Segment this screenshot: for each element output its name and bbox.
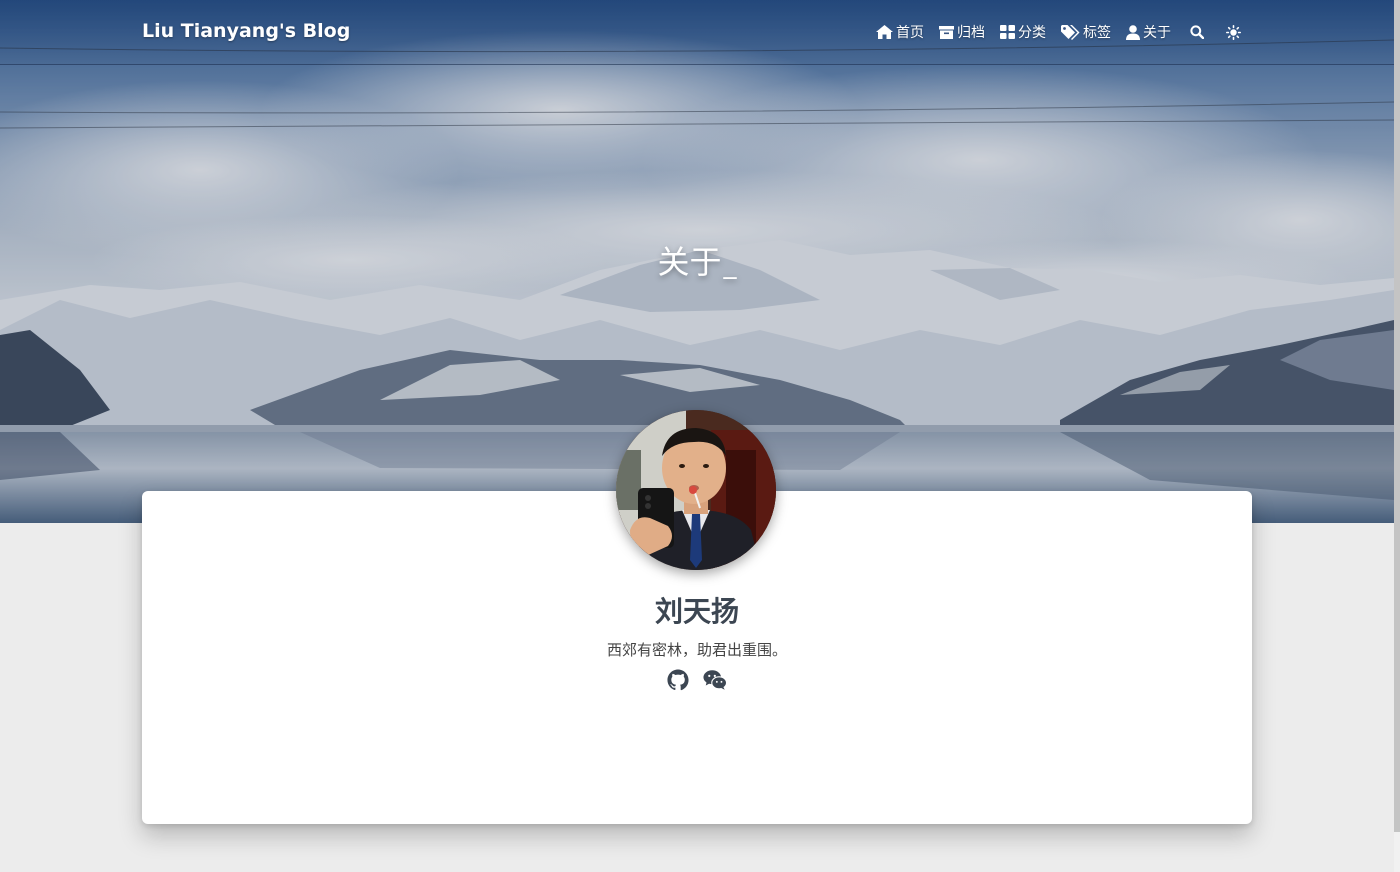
- theme-toggle-button[interactable]: [1226, 24, 1244, 40]
- site-brand-link[interactable]: Liu Tianyang's Blog: [142, 20, 350, 42]
- page-scrollbar[interactable]: [1394, 0, 1400, 872]
- avatar: [616, 410, 776, 570]
- nav-label-tags: 标签: [1083, 25, 1111, 41]
- nav-item-about[interactable]: 关于: [1126, 22, 1171, 42]
- archive-icon: [939, 25, 954, 39]
- nav-item-categories[interactable]: 分类: [1000, 22, 1046, 42]
- search-button[interactable]: [1190, 25, 1207, 39]
- github-icon: [667, 669, 689, 691]
- tags-icon: [1061, 24, 1080, 40]
- github-link[interactable]: [667, 669, 689, 691]
- typing-cursor: _: [723, 250, 737, 280]
- sun-icon: [1226, 24, 1241, 40]
- nav-label-archive: 归档: [957, 25, 985, 41]
- nav-item-archive[interactable]: 归档: [939, 22, 985, 42]
- scrollbar-thumb[interactable]: [1394, 0, 1400, 832]
- banner-title-text: 关于: [657, 243, 722, 281]
- nav-item-tags[interactable]: 标签: [1061, 22, 1111, 42]
- profile-name: 刘天扬: [654, 595, 739, 628]
- banner-title: 关于_: [0, 237, 1394, 283]
- user-icon: [1126, 24, 1140, 40]
- nav-label-categories: 分类: [1018, 25, 1046, 41]
- nav-item-home[interactable]: 首页: [876, 22, 924, 42]
- navbar: Liu Tianyang's Blog 首页 归档 分类 标签 关于: [0, 0, 1394, 65]
- nav-label-home: 首页: [896, 25, 924, 41]
- social-links: [667, 669, 741, 691]
- home-icon: [876, 25, 893, 39]
- th-large-icon: [1000, 25, 1015, 39]
- wechat-link[interactable]: [703, 669, 727, 691]
- nav-label-about: 关于: [1143, 25, 1171, 41]
- avatar-photo: [616, 410, 776, 570]
- nav-menu: 首页 归档 分类 标签 关于: [861, 22, 1244, 42]
- search-icon: [1190, 25, 1204, 39]
- wechat-icon: [703, 670, 727, 690]
- profile-bio: 西郊有密林，助君出重围。: [606, 641, 787, 659]
